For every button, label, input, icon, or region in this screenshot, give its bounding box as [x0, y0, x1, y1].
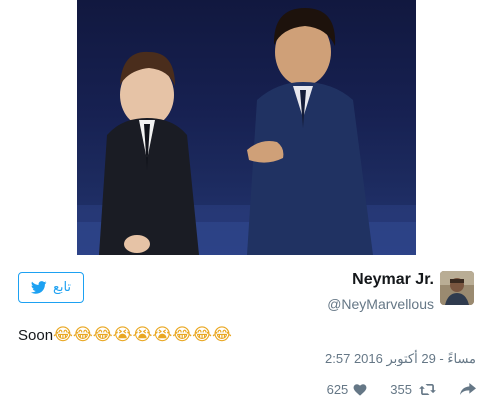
reply-arrow-icon [460, 383, 476, 395]
follow-button[interactable]: تابع [18, 272, 84, 303]
boy-right [247, 8, 373, 255]
tweet-actions: 625 355 [327, 378, 476, 400]
tweet-text-body: Soon [18, 326, 54, 344]
tweet-timestamp[interactable]: 2:57 مساءً - 29 أكتوبر 2016 [325, 351, 476, 367]
reply-button[interactable] [460, 383, 476, 395]
twitter-bird-icon [30, 281, 47, 294]
avatar[interactable] [440, 271, 474, 305]
photo-illustration [77, 8, 416, 255]
tweet-emojis: 😂😂😂😭😭😭😂😂😂 [53, 325, 232, 345]
author-info[interactable]: Neymar Jr. @NeyMarvellous [327, 270, 434, 314]
like-button[interactable]: 625 [327, 382, 368, 397]
author-handle[interactable]: @NeyMarvellous [327, 294, 434, 314]
tweet-text: Soon 😂😂😂😭😭😭😂😂😂 [18, 322, 232, 348]
likes-count: 625 [326, 381, 349, 397]
retweet-button[interactable]: 355 [390, 382, 437, 397]
retweets-count: 355 [390, 381, 412, 397]
follow-button-label: تابع [52, 280, 72, 295]
tweet-photo[interactable] [77, 0, 416, 255]
author-display-name[interactable]: Neymar Jr. [327, 270, 434, 290]
boy-left [99, 51, 199, 255]
heart-icon [353, 383, 367, 396]
retweet-icon [419, 383, 436, 395]
